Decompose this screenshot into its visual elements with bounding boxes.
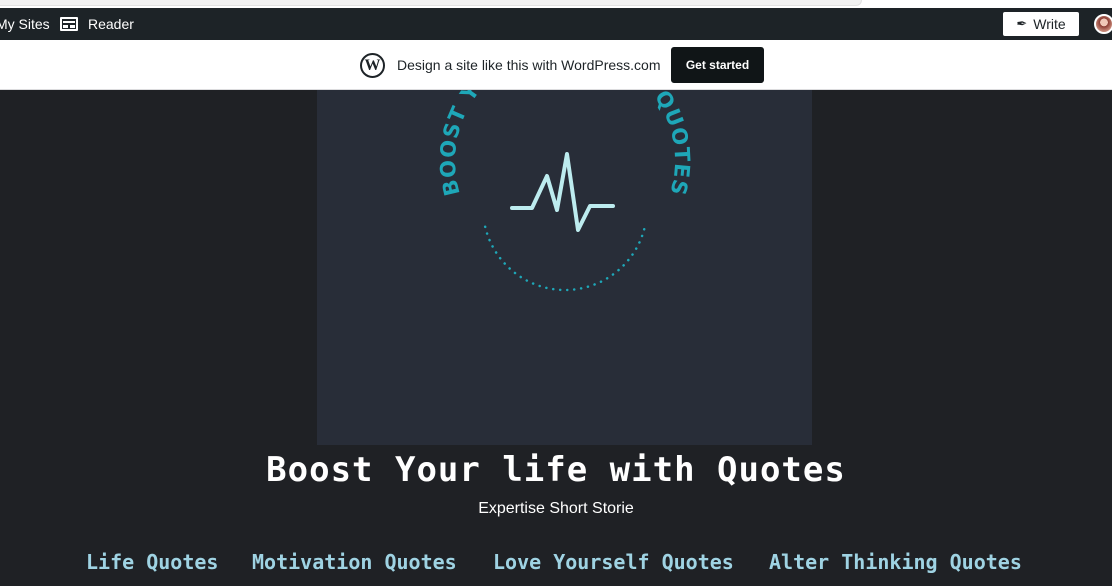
site-logo: BOOST YOUR LIFE WITH QUOTES [436,32,695,292]
wordpress-logo-glyph: W [364,56,381,74]
get-started-button[interactable]: Get started [671,47,764,83]
site-title[interactable]: Boost Your life with Quotes [0,450,1112,490]
site-logo-panel[interactable]: BOOST YOUR LIFE WITH QUOTES [317,32,812,445]
site-tagline: Expertise Short Storie [478,500,634,517]
write-button[interactable]: ✒ Write [1003,12,1079,36]
write-label: Write [1033,16,1066,32]
avatar[interactable] [1094,14,1112,34]
reader-link[interactable]: Reader [60,8,134,40]
logo-arc-text: BOOST YOUR LIFE WITH QUOTES [436,90,695,198]
nav-item-love-yourself-quotes[interactable]: Love Yourself Quotes [493,550,734,574]
promo-text: Design a site like this with WordPress.c… [397,57,661,73]
admin-bar: My Sites Reader ✒ Write [0,8,1112,40]
wordpress-logo-icon: W [360,53,385,78]
reader-label: Reader [88,16,134,32]
promo-banner: W Design a site like this with WordPress… [0,40,1112,90]
feather-icon: ✒ [1016,16,1028,31]
my-sites-link[interactable]: My Sites [0,8,50,40]
heartbeat-icon [510,152,615,232]
browser-top-strip [0,0,1112,8]
horizontal-scrollbar[interactable] [0,0,862,6]
my-sites-label: My Sites [0,16,50,32]
nav-item-alter-thinking-quotes[interactable]: Alter Thinking Quotes [769,550,1022,574]
nav-item-life-quotes[interactable]: Life Quotes [86,550,218,574]
logo-dotted-arc [481,124,649,292]
reader-icon [60,17,78,31]
nav-item-motivation-quotes[interactable]: Motivation Quotes [252,550,457,574]
primary-nav: Life Quotes Motivation Quotes Love Yours… [0,550,1112,580]
